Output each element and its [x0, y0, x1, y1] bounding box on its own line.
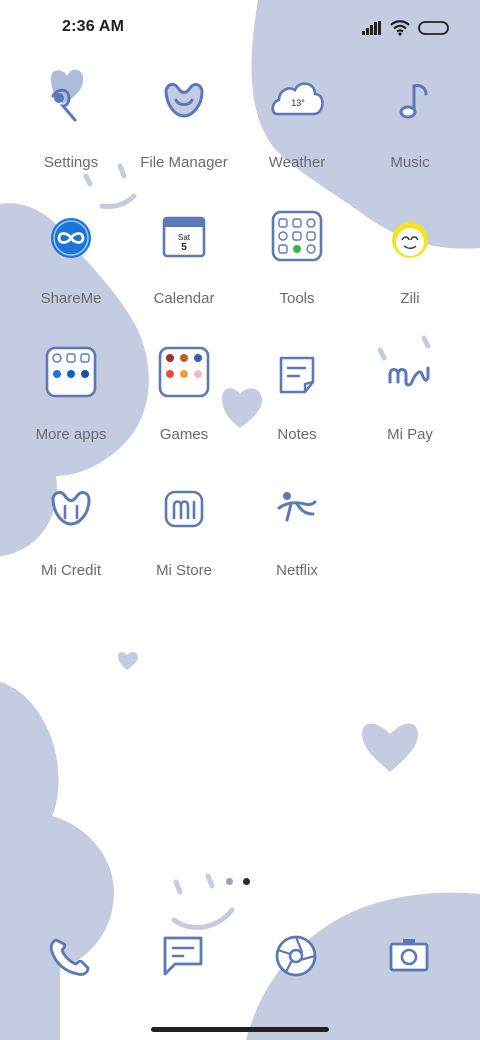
app-settings[interactable]: Settings	[16, 66, 126, 186]
calendar-weekday: Sat	[178, 233, 191, 242]
app-label: Tools	[279, 290, 315, 307]
app-shareme[interactable]: ShareMe	[16, 202, 126, 322]
page-indicator[interactable]	[226, 878, 250, 885]
app-zili[interactable]: Zili	[355, 202, 465, 322]
weather-icon: 13°	[271, 82, 324, 116]
more-apps-folder-icon	[45, 346, 97, 398]
app-label: Mi Credit	[40, 562, 101, 579]
app-music[interactable]: Music	[355, 66, 465, 186]
calendar-day: 5	[181, 242, 187, 253]
dock-browser[interactable]	[266, 926, 326, 986]
music-icon	[399, 84, 428, 119]
shareme-icon	[51, 218, 91, 258]
status-bar: 2:36 AM	[0, 0, 480, 56]
games-folder-icon	[158, 346, 210, 398]
app-label: Settings	[43, 154, 99, 171]
notes-icon	[279, 356, 315, 394]
app-file-manager[interactable]: File Manager	[129, 66, 239, 186]
app-calendar[interactable]: Sat 5 Calendar	[129, 202, 239, 322]
app-mi-store[interactable]: Mi Store	[129, 474, 239, 594]
browser-icon	[275, 935, 317, 977]
app-label: Music	[390, 154, 430, 171]
app-label: Zili	[400, 290, 420, 307]
wifi-icon	[390, 20, 410, 36]
mi-credit-icon	[51, 490, 91, 526]
app-netflix[interactable]: Netflix	[242, 474, 352, 594]
file-manager-icon	[164, 82, 204, 118]
app-label: Netflix	[276, 562, 318, 579]
app-label: Mi Pay	[387, 426, 433, 443]
camera-icon	[389, 939, 429, 972]
app-tools-folder[interactable]: Tools	[242, 202, 352, 322]
app-games-folder[interactable]: Games	[129, 338, 239, 458]
page-dot[interactable]	[226, 878, 233, 885]
status-time: 2:36 AM	[62, 18, 125, 35]
mi-store-icon	[164, 490, 204, 528]
dock-phone[interactable]	[40, 926, 100, 986]
app-mi-credit[interactable]: Mi Credit	[16, 474, 126, 594]
dock-messages[interactable]	[153, 926, 213, 986]
messages-icon	[163, 936, 203, 976]
app-label: More apps	[35, 426, 107, 443]
app-weather[interactable]: 13° Weather	[242, 66, 352, 186]
app-notes[interactable]: Notes	[242, 338, 352, 458]
settings-icon	[51, 69, 84, 122]
app-more-apps-folder[interactable]: More apps	[16, 338, 126, 458]
weather-temp: 13°	[291, 98, 305, 108]
home-indicator[interactable]	[151, 1027, 329, 1032]
app-mi-pay[interactable]: Mi Pay	[355, 338, 465, 458]
app-label: Calendar	[153, 290, 215, 307]
tools-folder-icon	[271, 210, 323, 262]
page-dot-active[interactable]	[243, 878, 250, 885]
netflix-icon	[277, 492, 317, 522]
battery-icon	[418, 21, 449, 35]
zili-icon	[392, 222, 428, 258]
app-label: Mi Store	[156, 562, 212, 579]
app-label: Games	[159, 426, 209, 443]
signal-icon	[362, 21, 381, 35]
calendar-icon: Sat 5	[162, 216, 206, 258]
dock-camera[interactable]	[379, 926, 439, 986]
app-label: ShareMe	[40, 290, 102, 307]
mi-pay-icon	[388, 366, 430, 387]
phone-icon	[49, 938, 90, 976]
app-label: Weather	[268, 154, 326, 171]
app-label: Notes	[277, 426, 317, 443]
app-label: File Manager	[140, 154, 228, 171]
